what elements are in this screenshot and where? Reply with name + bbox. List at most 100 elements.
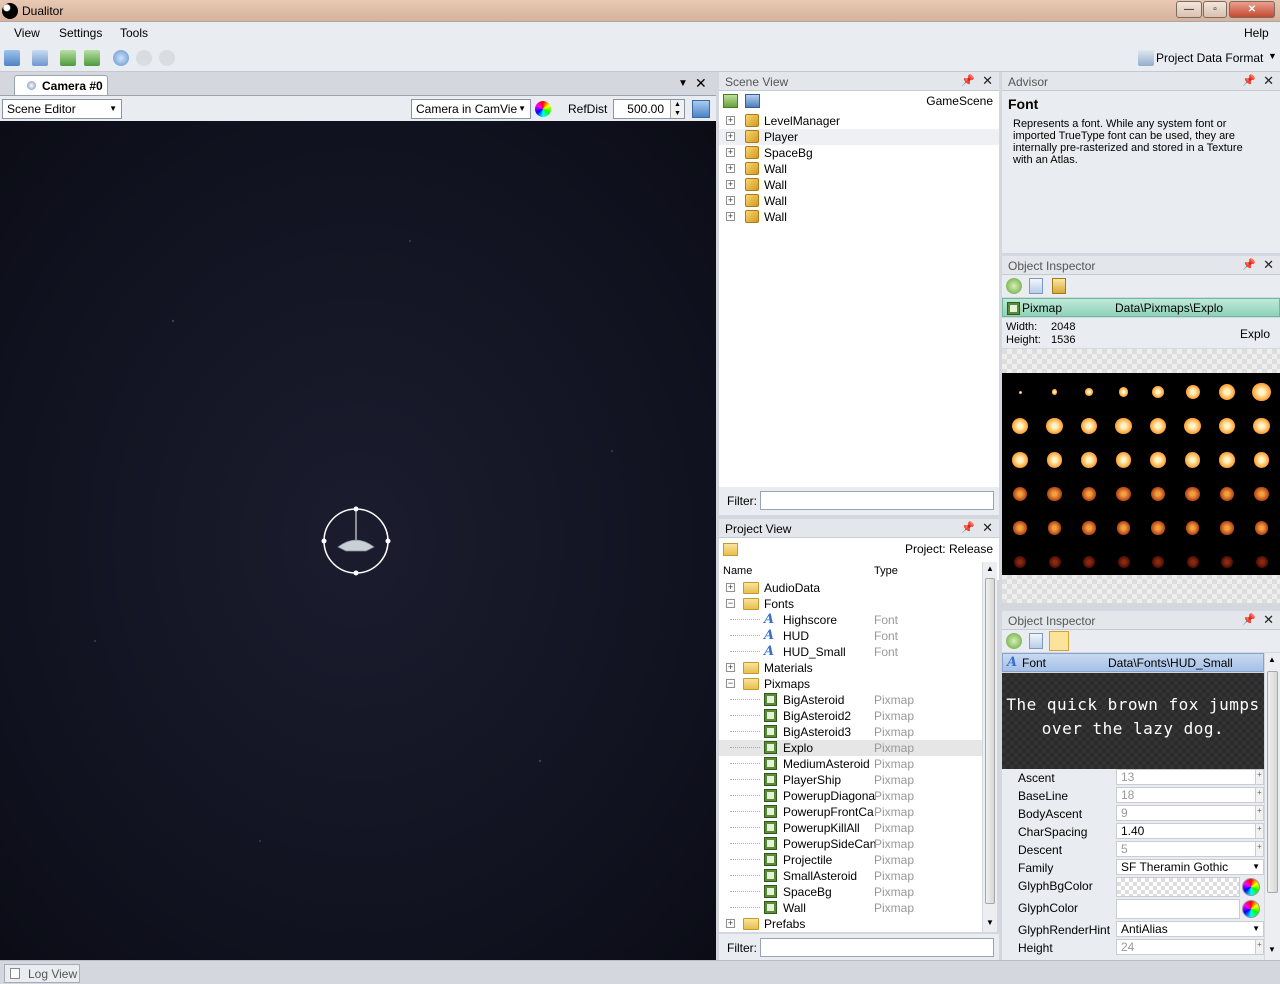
export-icon[interactable] xyxy=(60,50,76,66)
prop-value[interactable]: 9 + xyxy=(1116,805,1264,821)
refdist-input[interactable]: 500.00 ▲ ▼ xyxy=(613,99,685,119)
prop-value[interactable]: 1.40 + xyxy=(1116,823,1264,839)
scroll-down-icon[interactable]: ▼ xyxy=(1268,945,1276,954)
spinner-icon[interactable]: + xyxy=(1255,824,1263,838)
project-item[interactable]: + Prefabs xyxy=(719,916,982,932)
menu-view[interactable]: View xyxy=(14,26,40,40)
menu-tools[interactable]: Tools xyxy=(120,26,148,40)
project-item[interactable]: PowerupFrontCa Pixmap xyxy=(719,804,982,820)
inspector2-object-bar[interactable]: A Font Data\Fonts\HUD_Small xyxy=(1002,653,1264,672)
close-icon[interactable]: ✕ xyxy=(982,73,993,89)
game-viewport[interactable] xyxy=(0,121,716,960)
expand-icon[interactable]: + xyxy=(726,180,735,189)
project-item[interactable]: A HUD Font xyxy=(719,628,982,644)
project-item[interactable]: BigAsteroid3 Pixmap xyxy=(719,724,982,740)
prop-value[interactable] xyxy=(1116,877,1240,897)
save-icon[interactable] xyxy=(745,94,760,108)
close-icon[interactable]: ✕ xyxy=(1263,73,1274,89)
stop-icon[interactable] xyxy=(159,50,175,66)
color-wheel-icon[interactable] xyxy=(535,101,551,117)
expand-icon[interactable]: + xyxy=(726,663,735,672)
scene-filter-input[interactable] xyxy=(760,491,994,510)
close-icon[interactable]: ✕ xyxy=(1263,612,1274,628)
spinner-icon[interactable]: + xyxy=(1255,842,1263,856)
scroll-up-icon[interactable]: ▲ xyxy=(1268,655,1276,664)
prop-value[interactable]: 24 + xyxy=(1116,939,1264,955)
column-type-header[interactable]: Type xyxy=(874,565,898,577)
close-icon[interactable]: ✕ xyxy=(695,75,707,92)
pause-icon[interactable] xyxy=(136,50,152,66)
project-item[interactable]: MediumAsteroid Pixmap xyxy=(719,756,982,772)
project-item[interactable]: + AudioData xyxy=(719,580,982,596)
camera-select[interactable]: Camera in CamVie ▼ xyxy=(411,99,531,119)
expand-icon[interactable]: + xyxy=(726,132,735,141)
prop-value[interactable] xyxy=(1116,899,1240,919)
expand-icon[interactable]: + xyxy=(726,148,735,157)
spinner-icon[interactable]: ▲ ▼ xyxy=(670,100,684,118)
open-project-icon[interactable] xyxy=(32,50,48,66)
expand-icon[interactable]: + xyxy=(726,212,735,221)
scroll-thumb[interactable] xyxy=(1267,671,1278,893)
project-item[interactable]: Projectile Pixmap xyxy=(719,852,982,868)
project-item[interactable]: BigAsteroid Pixmap xyxy=(719,692,982,708)
new-object-icon[interactable] xyxy=(723,94,738,108)
project-scrollbar[interactable]: ▲ ▼ xyxy=(982,562,997,932)
menu-help[interactable]: Help xyxy=(1244,26,1269,40)
close-icon[interactable]: ✕ xyxy=(982,520,993,536)
player-ship[interactable] xyxy=(321,506,391,576)
spinner-icon[interactable]: + xyxy=(1255,788,1263,802)
tab-camera[interactable]: Camera #0 xyxy=(14,75,108,96)
compile-icon[interactable] xyxy=(84,50,100,66)
project-item[interactable]: − Fonts xyxy=(719,596,982,612)
copy-icon[interactable] xyxy=(4,50,20,66)
pin-icon[interactable]: 📌 xyxy=(1242,74,1256,87)
refresh-icon[interactable] xyxy=(1006,278,1022,294)
spinner-icon[interactable]: + xyxy=(1255,806,1263,820)
lock-icon[interactable] xyxy=(1049,631,1069,651)
scroll-thumb[interactable] xyxy=(985,578,995,904)
log-view-tab[interactable]: Log View xyxy=(4,964,80,983)
scene-item[interactable]: + SpaceBg xyxy=(719,145,999,161)
pin-icon[interactable]: 📌 xyxy=(961,74,975,87)
project-item[interactable]: Explo Pixmap xyxy=(719,740,982,756)
inspector1-object-bar[interactable]: Pixmap Data\Pixmaps\Explo xyxy=(1002,298,1280,317)
scene-item[interactable]: + Wall xyxy=(719,177,999,193)
play-icon[interactable] xyxy=(113,50,129,66)
prop-value[interactable]: SF Theramin Gothic ▼ xyxy=(1116,859,1264,875)
expand-icon[interactable]: + xyxy=(726,116,735,125)
project-item[interactable]: SpaceBg Pixmap xyxy=(719,884,982,900)
pin-icon[interactable]: 📌 xyxy=(961,521,975,534)
refresh-icon[interactable] xyxy=(1006,633,1022,649)
prop-value[interactable]: 5 + xyxy=(1116,841,1264,857)
close-button[interactable]: ✕ xyxy=(1229,1,1275,18)
project-item[interactable]: + Materials xyxy=(719,660,982,676)
project-item[interactable]: PowerupSideCan Pixmap xyxy=(719,836,982,852)
scroll-up-icon[interactable]: ▲ xyxy=(986,564,994,573)
expand-icon[interactable]: + xyxy=(726,919,735,928)
expand-icon[interactable]: + xyxy=(726,196,735,205)
prop-value[interactable]: 18 + xyxy=(1116,787,1264,803)
scene-item[interactable]: + LevelManager xyxy=(719,113,999,129)
expand-icon[interactable]: − xyxy=(726,599,735,608)
menu-settings[interactable]: Settings xyxy=(59,26,102,40)
column-name-header[interactable]: Name xyxy=(723,565,752,577)
color-picker-icon[interactable] xyxy=(1242,900,1260,918)
maximize-button[interactable]: ▫ xyxy=(1203,1,1227,18)
close-icon[interactable]: ✕ xyxy=(1263,257,1274,273)
project-item[interactable]: Wall Pixmap xyxy=(719,900,982,916)
project-item[interactable]: − Pixmaps xyxy=(719,676,982,692)
project-item[interactable]: SmallAsteroid Pixmap xyxy=(719,868,982,884)
lock-icon[interactable] xyxy=(1052,278,1066,294)
data-format-dropdown[interactable]: Project Data Format xyxy=(1156,51,1263,65)
scene-item[interactable]: + Wall xyxy=(719,193,999,209)
color-picker-icon[interactable] xyxy=(1242,878,1260,896)
expand-icon[interactable]: + xyxy=(726,583,735,592)
minimize-button[interactable]: — xyxy=(1176,1,1202,18)
scene-item[interactable]: + Player xyxy=(719,129,999,145)
project-filter-input[interactable] xyxy=(760,938,994,957)
tab-dropdown-icon[interactable]: ▼ xyxy=(678,78,688,89)
chevron-down-icon[interactable]: ▼ xyxy=(1268,51,1277,61)
pin-icon[interactable]: 📌 xyxy=(1242,613,1256,626)
spinner-icon[interactable]: + xyxy=(1255,770,1263,784)
expand-icon[interactable]: + xyxy=(726,164,735,173)
